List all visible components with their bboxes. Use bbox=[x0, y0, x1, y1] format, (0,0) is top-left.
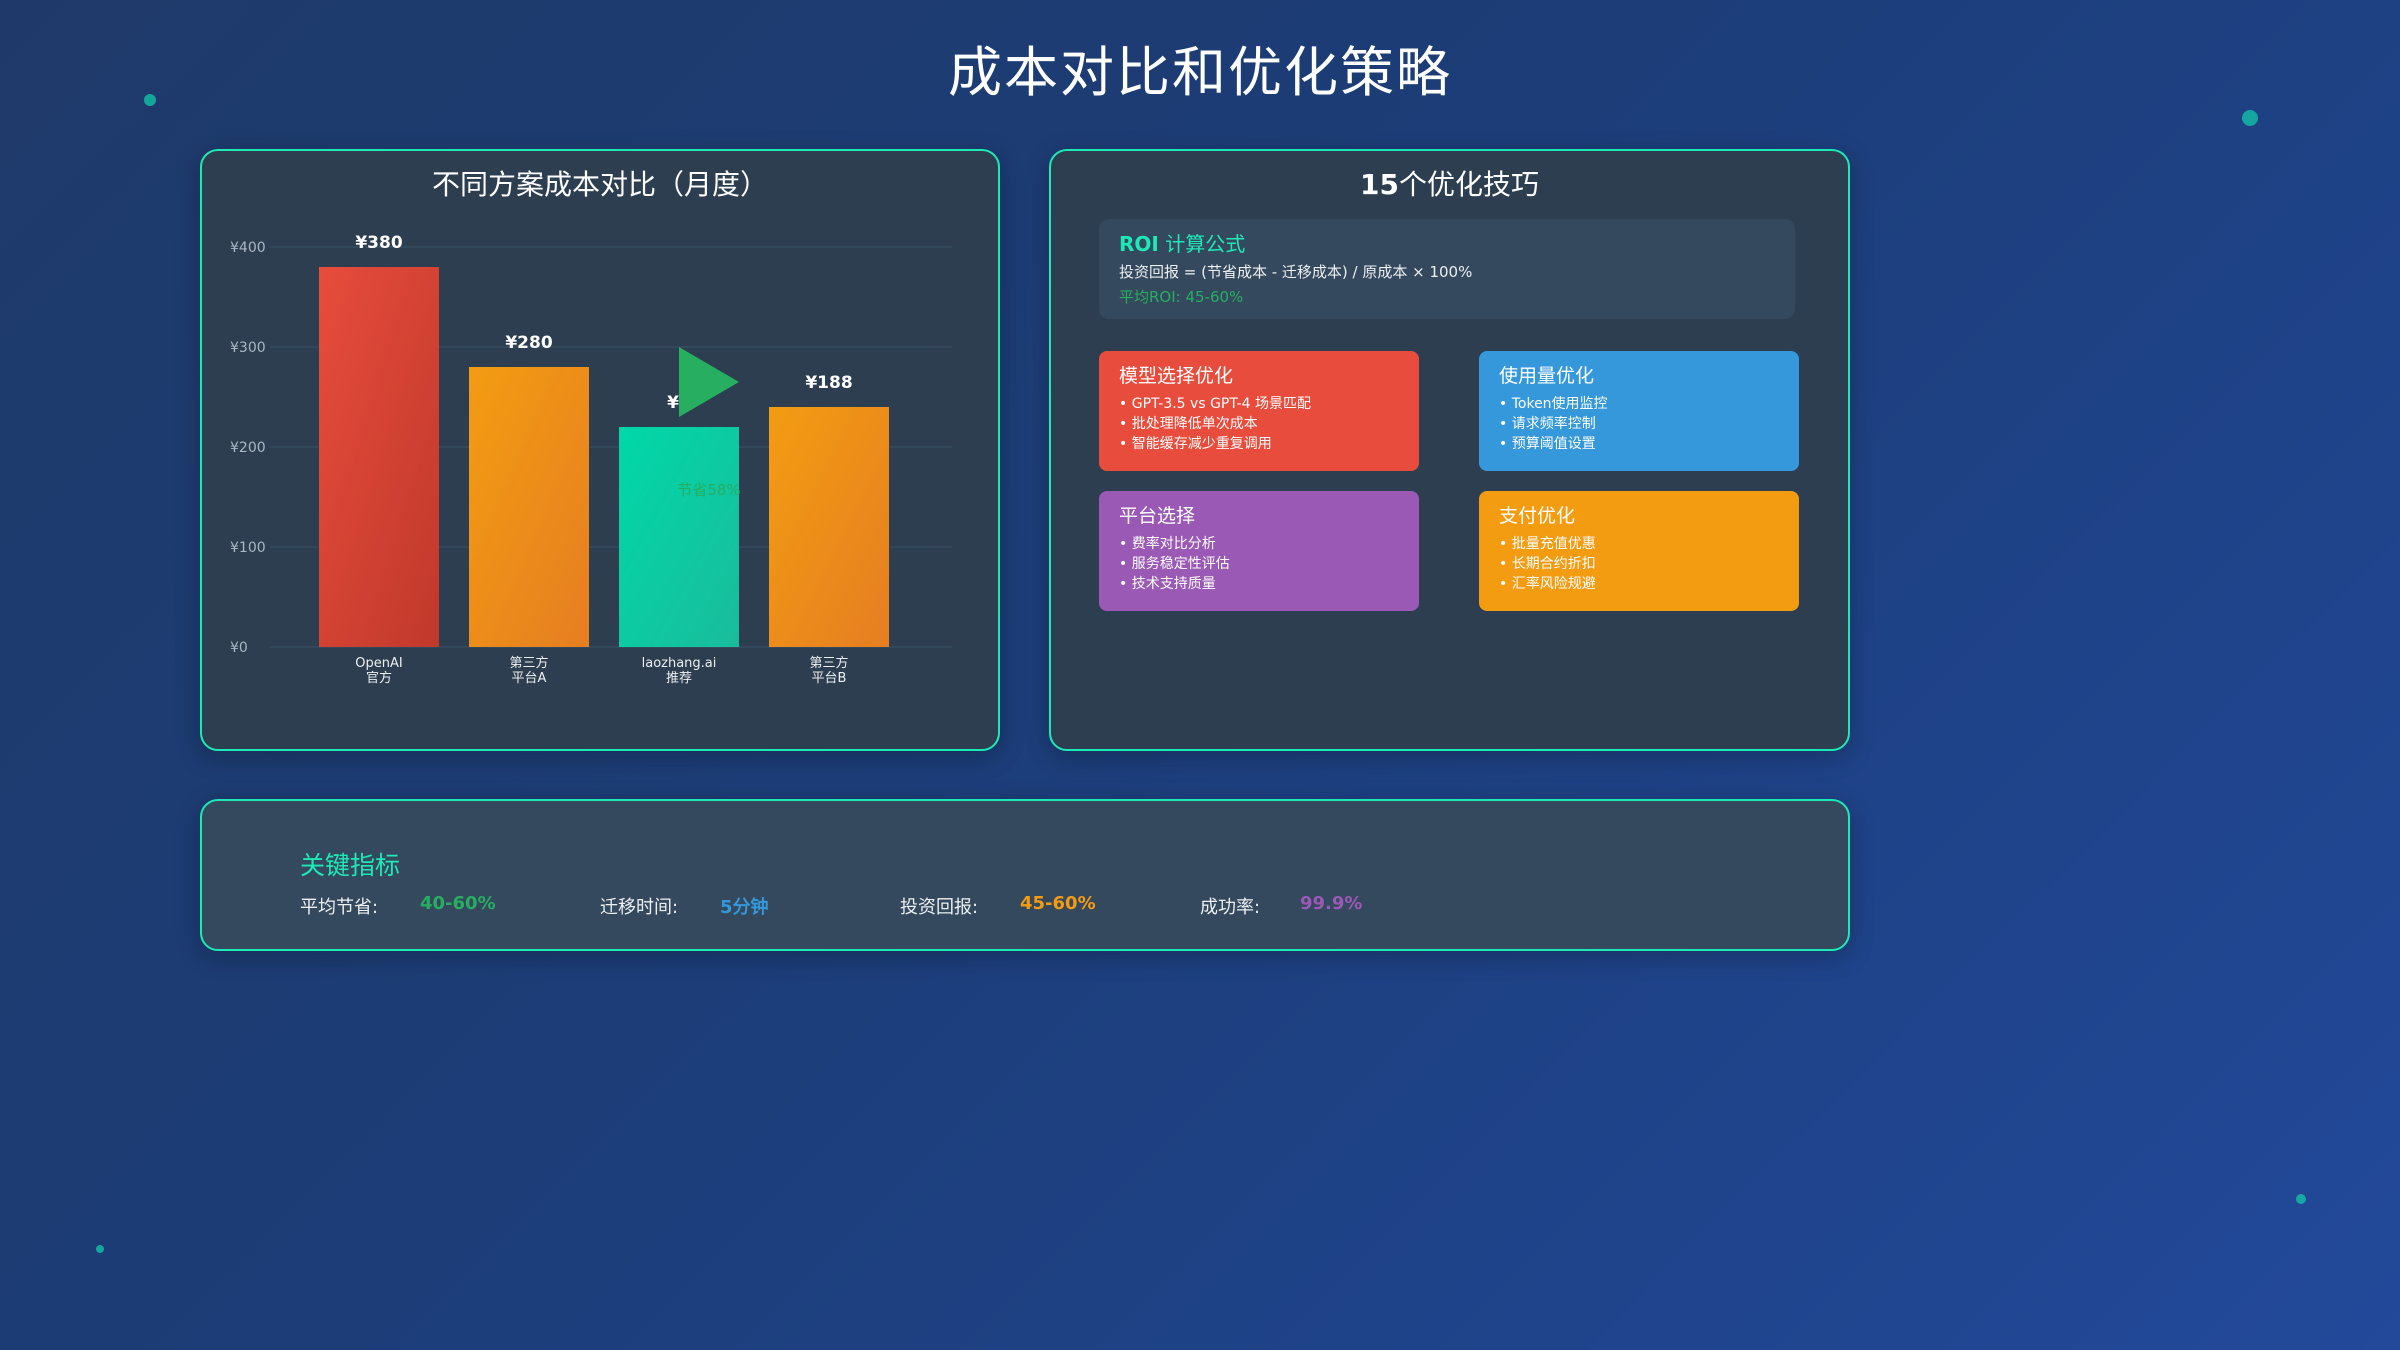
roi-average: 平均ROI: 45-60% bbox=[1119, 288, 1244, 306]
bar bbox=[619, 427, 739, 647]
metric-value: 40-60% bbox=[420, 893, 496, 914]
bar bbox=[769, 407, 889, 647]
list-item: 智能缓存减少重复调用 bbox=[1119, 434, 1399, 454]
metric-average-savings: 平均节省: 40-60% bbox=[300, 893, 496, 919]
category-label: OpenAI bbox=[355, 656, 402, 671]
tip-card-title: 平台选择 bbox=[1119, 505, 1196, 527]
category-label: 推荐 bbox=[666, 671, 692, 686]
bar-chart: ¥0¥100¥200¥300¥400 ¥380OpenAI官方¥280第三方平台A… bbox=[230, 233, 952, 686]
tip-card-list: GPT-3.5 vs GPT-4 场景匹配 批处理降低单次成本 智能缓存减少重复… bbox=[1119, 394, 1399, 454]
y-tick-label: ¥100 bbox=[230, 540, 266, 556]
tip-card-list: Token使用监控 请求频率控制 预算阈值设置 bbox=[1499, 394, 1779, 454]
y-tick-label: ¥400 bbox=[230, 240, 266, 256]
decorative-dot bbox=[96, 1245, 104, 1253]
metric-roi: 投资回报: 45-60% bbox=[900, 893, 1096, 919]
metrics-panel: 关键指标 平均节省: 40-60% 迁移时间: 5分钟 投资回报: 45-60%… bbox=[200, 799, 1850, 951]
roi-title: ROI 计算公式 bbox=[1119, 228, 1775, 257]
tip-card-title: 支付优化 bbox=[1499, 505, 1576, 527]
tips-panel: 15个优化技巧 ROI 计算公式 投资回报 = (节省成本 - 迁移成本) / … bbox=[1049, 149, 1850, 751]
roi-box: ROI 计算公式 投资回报 = (节省成本 - 迁移成本) / 原成本 × 10… bbox=[1099, 219, 1795, 319]
bar-value-label: ¥188 bbox=[805, 373, 852, 393]
list-item: 技术支持质量 bbox=[1119, 574, 1399, 594]
tips-title-number: 15 bbox=[1360, 168, 1399, 201]
decorative-dot bbox=[2296, 1194, 2306, 1204]
category-label: laozhang.ai bbox=[642, 656, 717, 671]
list-item: 预算阈值设置 bbox=[1499, 434, 1779, 454]
roi-formula: 投资回报 = (节省成本 - 迁移成本) / 原成本 × 100% bbox=[1119, 263, 1473, 281]
tip-card-title: 模型选择优化 bbox=[1119, 365, 1234, 387]
metric-label: 迁移时间: bbox=[600, 897, 679, 918]
list-item: 汇率风险规避 bbox=[1499, 574, 1779, 594]
page-title: 成本对比和优化策略 bbox=[948, 41, 1452, 104]
tip-card-model: 模型选择优化 GPT-3.5 vs GPT-4 场景匹配 批处理降低单次成本 智… bbox=[1099, 351, 1419, 471]
y-tick-label: ¥0 bbox=[230, 640, 248, 656]
category-label: 第三方 bbox=[509, 655, 548, 671]
decorative-dot bbox=[2242, 110, 2258, 126]
bar bbox=[469, 367, 589, 647]
savings-annotation: 节省58% bbox=[677, 481, 740, 499]
list-item: 长期合约折扣 bbox=[1499, 554, 1779, 574]
roi-title-bold: ROI bbox=[1119, 232, 1159, 256]
metric-success-rate: 成功率: 99.9% bbox=[1200, 893, 1362, 919]
metric-migration-time: 迁移时间: 5分钟 bbox=[600, 893, 769, 919]
tip-card-usage: 使用量优化 Token使用监控 请求频率控制 预算阈值设置 bbox=[1479, 351, 1799, 471]
tips-title-text: 个优化技巧 bbox=[1398, 168, 1539, 201]
metric-value: 45-60% bbox=[1020, 893, 1096, 914]
bar bbox=[319, 267, 439, 647]
category-label: 官方 bbox=[366, 670, 392, 686]
tips-title: 15个优化技巧 bbox=[1051, 163, 1848, 203]
list-item: 费率对比分析 bbox=[1119, 534, 1399, 554]
bar-value-label: ¥380 bbox=[355, 233, 402, 253]
list-item: Token使用监控 bbox=[1499, 394, 1779, 414]
play-triangle-icon bbox=[679, 347, 739, 417]
metric-label: 平均节省: bbox=[300, 897, 379, 918]
category-label: 平台A bbox=[512, 671, 547, 686]
list-item: 批处理降低单次成本 bbox=[1119, 414, 1399, 434]
metrics-title: 关键指标 bbox=[300, 851, 401, 880]
metric-label: 成功率: bbox=[1200, 897, 1261, 918]
metric-value: 99.9% bbox=[1300, 893, 1363, 914]
tip-card-platform: 平台选择 费率对比分析 服务稳定性评估 技术支持质量 bbox=[1099, 491, 1419, 611]
roi-title-rest: 计算公式 bbox=[1158, 232, 1246, 256]
chart-panel: 不同方案成本对比（月度） ¥0 ¥100 ¥200 ¥300 ¥400 ¥380 OpenA… bbox=[200, 149, 1000, 751]
tip-card-list: 批量充值优惠 长期合约折扣 汇率风险规避 bbox=[1499, 534, 1779, 594]
tip-card-title: 使用量优化 bbox=[1499, 365, 1595, 387]
category-label: 第三方 bbox=[809, 655, 848, 671]
metric-label: 投资回报: bbox=[900, 897, 979, 918]
list-item: 请求频率控制 bbox=[1499, 414, 1779, 434]
tip-card-list: 费率对比分析 服务稳定性评估 技术支持质量 bbox=[1119, 534, 1399, 594]
tip-card-payment: 支付优化 批量充值优惠 长期合约折扣 汇率风险规避 bbox=[1479, 491, 1799, 611]
list-item: 服务稳定性评估 bbox=[1119, 554, 1399, 574]
bar-value-label: ¥280 bbox=[505, 333, 552, 353]
metric-value: 5分钟 bbox=[720, 897, 769, 918]
list-item: GPT-3.5 vs GPT-4 场景匹配 bbox=[1119, 394, 1399, 414]
category-label: 平台B bbox=[812, 671, 847, 686]
list-item: 批量充值优惠 bbox=[1499, 534, 1779, 554]
y-tick-label: ¥300 bbox=[230, 340, 266, 356]
y-tick-label: ¥200 bbox=[230, 440, 266, 456]
